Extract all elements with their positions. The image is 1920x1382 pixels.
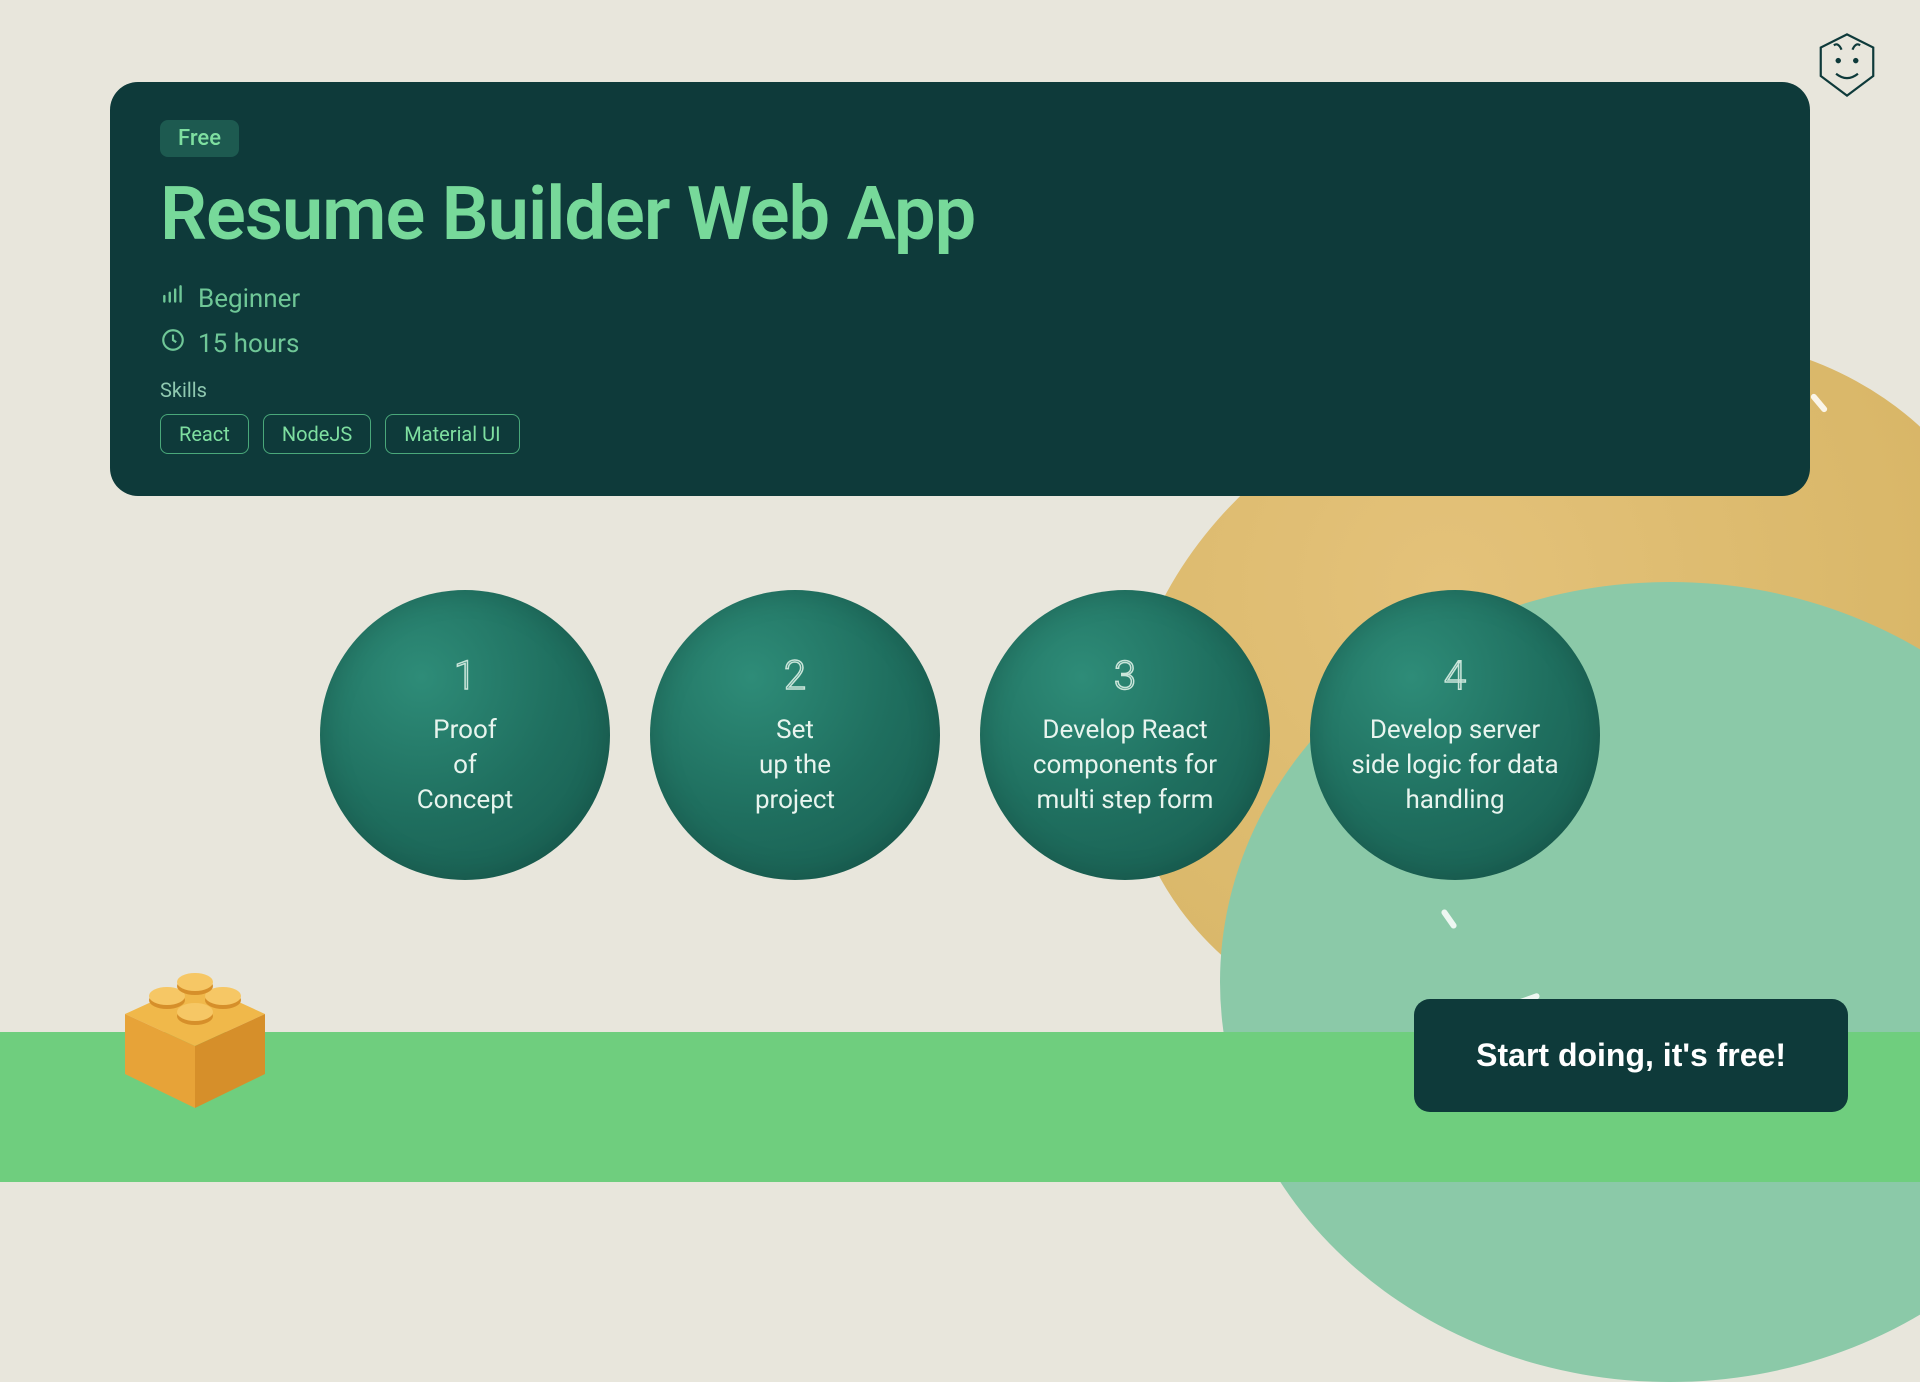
steps-row: 1 Proof of Concept 2 Set up the project … bbox=[0, 590, 1920, 880]
project-title: Resume Builder Web App bbox=[160, 171, 1760, 258]
duration-label: 15 hours bbox=[198, 329, 299, 359]
step-number: 1 bbox=[454, 652, 476, 699]
duration-row: 15 hours bbox=[160, 327, 1760, 360]
bars-icon bbox=[160, 282, 186, 315]
skill-tag[interactable]: NodeJS bbox=[263, 414, 371, 454]
lego-brick-icon bbox=[95, 952, 295, 1132]
clock-icon bbox=[160, 327, 186, 360]
project-hero-card: Free Resume Builder Web App Beginner 15 … bbox=[110, 82, 1810, 496]
skill-tag[interactable]: React bbox=[160, 414, 249, 454]
step-circle-1[interactable]: 1 Proof of Concept bbox=[320, 590, 610, 880]
step-number: 2 bbox=[784, 652, 806, 699]
step-circle-4[interactable]: 4 Develop server side logic for data han… bbox=[1310, 590, 1600, 880]
skill-tag[interactable]: Material UI bbox=[385, 414, 519, 454]
step-text: Develop React components for multi step … bbox=[1014, 713, 1236, 818]
skills-heading: Skills bbox=[160, 378, 1760, 402]
free-badge: Free bbox=[160, 120, 239, 157]
step-number: 4 bbox=[1444, 652, 1466, 699]
skill-tags: React NodeJS Material UI bbox=[160, 414, 1760, 454]
difficulty-label: Beginner bbox=[198, 284, 300, 314]
step-text: Proof of Concept bbox=[417, 713, 514, 818]
step-text: Develop server side logic for data handl… bbox=[1344, 713, 1566, 818]
step-circle-3[interactable]: 3 Develop React components for multi ste… bbox=[980, 590, 1270, 880]
step-number: 3 bbox=[1114, 652, 1136, 699]
step-circle-2[interactable]: 2 Set up the project bbox=[650, 590, 940, 880]
brand-logo[interactable] bbox=[1812, 30, 1882, 100]
step-text: Set up the project bbox=[755, 713, 835, 818]
difficulty-row: Beginner bbox=[160, 282, 1760, 315]
start-cta-button[interactable]: Start doing, it's free! bbox=[1414, 999, 1848, 1112]
